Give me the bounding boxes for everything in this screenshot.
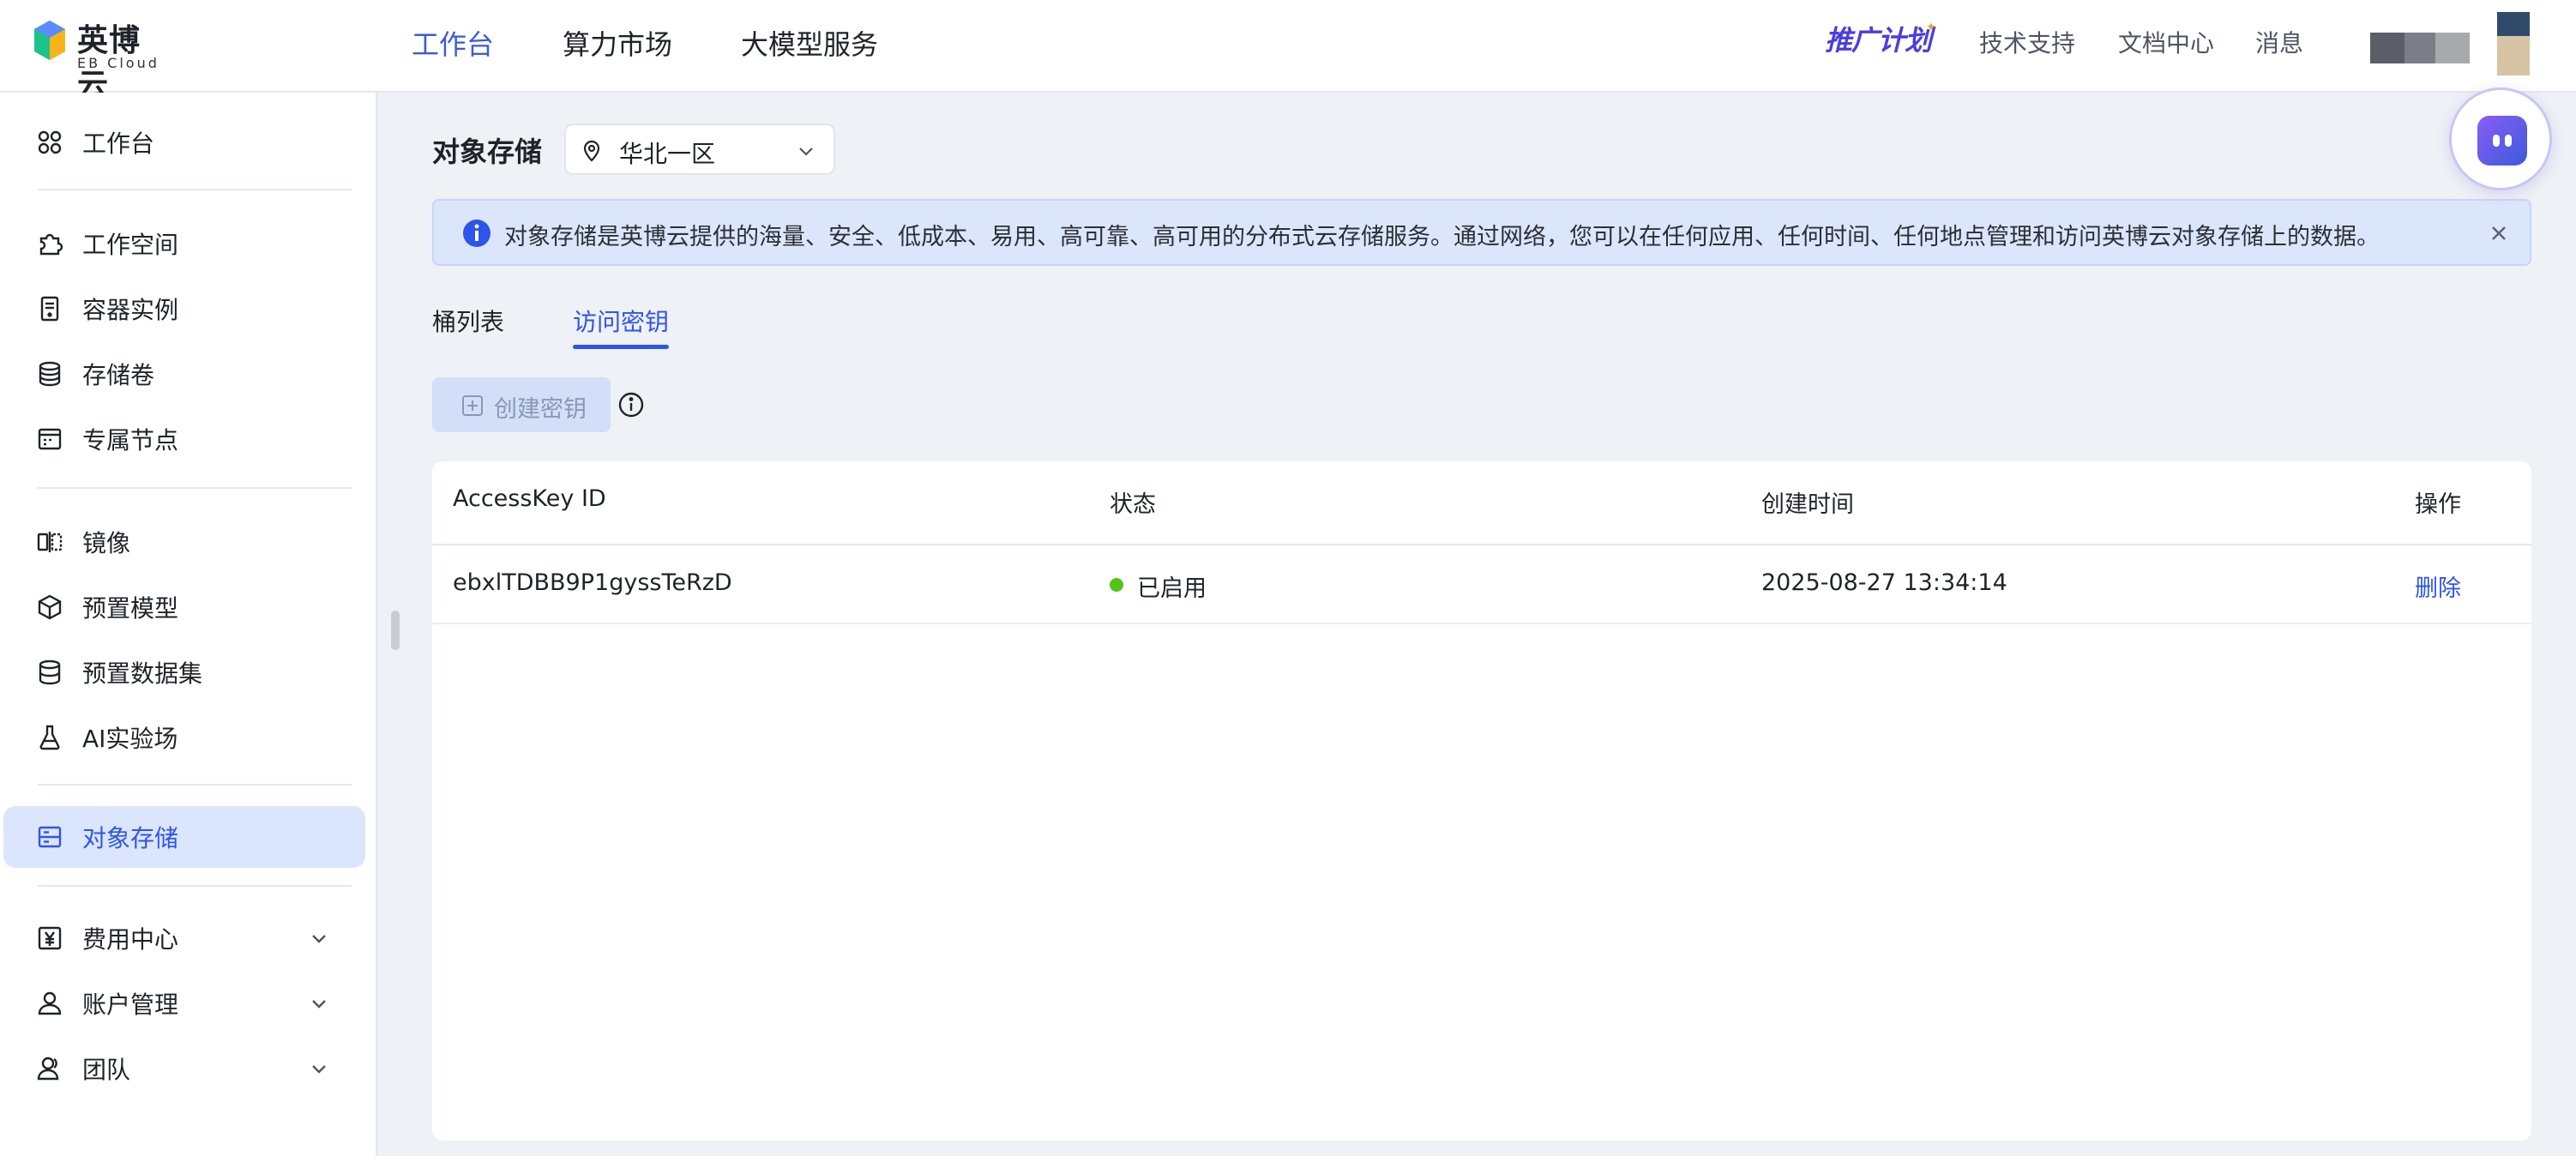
sidebar-item-label: 团队 bbox=[82, 1056, 131, 1084]
delete-link[interactable]: 删除 bbox=[2415, 569, 2461, 603]
node-icon bbox=[38, 428, 62, 450]
chevron-down-icon bbox=[312, 935, 326, 943]
sidebar-item-label: 对象存储 bbox=[82, 824, 179, 852]
user-icon bbox=[38, 991, 62, 1015]
sidebar-item-label: 费用中心 bbox=[82, 925, 179, 954]
sidebar-item-label: 工作空间 bbox=[82, 231, 179, 259]
sidebar-item-container-instances[interactable]: 容器实例 bbox=[3, 278, 365, 340]
location-pin-icon bbox=[583, 140, 600, 162]
divider bbox=[38, 487, 352, 489]
column-header-created-time: 创建时间 bbox=[1761, 491, 1854, 518]
sidebar-item-label: 容器实例 bbox=[82, 296, 179, 324]
database-icon bbox=[39, 361, 61, 387]
sidebar-scrollbar[interactable] bbox=[391, 611, 400, 650]
sidebar-item-object-storage[interactable]: 对象存储 bbox=[3, 806, 365, 868]
user-avatar[interactable] bbox=[2370, 12, 2530, 75]
close-icon[interactable] bbox=[2489, 223, 2509, 244]
status-dot bbox=[1110, 578, 1123, 592]
topnav-compute-market[interactable]: 算力市场 bbox=[563, 0, 672, 86]
cube-icon bbox=[38, 594, 62, 620]
chevron-down-icon bbox=[312, 1065, 326, 1074]
sidebar-item-label: 预置数据集 bbox=[82, 659, 203, 688]
info-alert: 对象存储是英博云提供的海量、安全、低成本、易用、高可靠、高可用的分布式云存储服务… bbox=[432, 199, 2531, 266]
chevron-down-icon bbox=[312, 1000, 326, 1008]
divider bbox=[432, 544, 2531, 545]
docs-center-link[interactable]: 文档中心 bbox=[2118, 0, 2214, 84]
sidebar-item-label: 镜像 bbox=[82, 529, 131, 557]
messages-link[interactable]: 消息 bbox=[2255, 0, 2303, 84]
logo-subtitle: EB Cloud bbox=[77, 55, 159, 71]
tab-bucket-list[interactable]: 桶列表 bbox=[432, 304, 504, 338]
page-title: 对象存储 bbox=[432, 135, 543, 168]
accesskey-id-cell: ebxlTDBB9P1gyssTeRzD bbox=[453, 569, 732, 596]
top-bar: 英博云 EB Cloud 工作台 算力市场 大模型服务 推广计划 ✦ 技术支持 … bbox=[0, 0, 2576, 103]
sidebar-item-image[interactable]: 镜像 bbox=[3, 511, 365, 573]
sparkle-icon: ✦ bbox=[1926, 21, 1936, 34]
tech-support-link[interactable]: 技术支持 bbox=[1979, 0, 2075, 84]
sidebar-item-preset-dataset[interactable]: 预置数据集 bbox=[3, 641, 365, 703]
access-key-table: AccessKey ID 状态 创建时间 操作 ebxlTDBB9P1gyssT… bbox=[432, 461, 2531, 1141]
column-header-actions: 操作 bbox=[2415, 491, 2461, 518]
logo[interactable]: 英博云 EB Cloud bbox=[33, 15, 170, 103]
flask-icon bbox=[39, 725, 60, 750]
created-time-cell: 2025-08-27 13:34:14 bbox=[1761, 569, 2007, 596]
sidebar-item-storage-volume[interactable]: 存储卷 bbox=[3, 343, 365, 405]
divider bbox=[38, 784, 352, 786]
column-header-status: 状态 bbox=[1110, 491, 1156, 518]
sidebar-item-preset-model[interactable]: 预置模型 bbox=[3, 576, 365, 638]
sidebar-item-account[interactable]: 账户管理 bbox=[3, 972, 365, 1034]
region-select[interactable]: 华北一区 bbox=[564, 123, 835, 175]
sidebar-item-billing[interactable]: 费用中心 bbox=[3, 907, 365, 969]
column-header-accesskey-id: AccessKey ID bbox=[453, 485, 606, 512]
info-icon bbox=[463, 220, 491, 247]
alert-text: 对象存储是英博云提供的海量、安全、低成本、易用、高可靠、高可用的分布式云存储服务… bbox=[504, 224, 2380, 250]
tab-access-keys[interactable]: 访问密钥 bbox=[573, 304, 669, 338]
create-key-label: 创建密钥 bbox=[494, 396, 587, 423]
mirror-icon bbox=[37, 532, 63, 552]
active-tab-indicator bbox=[573, 345, 669, 349]
region-value: 华北一区 bbox=[619, 140, 716, 168]
yen-icon bbox=[38, 926, 62, 950]
sidebar-item-label: 账户管理 bbox=[82, 990, 179, 1019]
chevron-down-icon bbox=[799, 148, 813, 156]
sidebar-item-workspace[interactable]: 工作空间 bbox=[3, 213, 365, 274]
dataset-icon bbox=[39, 659, 61, 685]
dashboard-icon bbox=[38, 130, 62, 154]
ai-assistant-button[interactable] bbox=[2449, 87, 2552, 190]
divider bbox=[38, 885, 352, 887]
create-key-button[interactable]: 创建密钥 bbox=[432, 377, 611, 432]
storage-icon bbox=[38, 826, 62, 848]
sidebar-item-label: 工作台 bbox=[82, 129, 155, 158]
sidebar-item-dedicated-node[interactable]: 专属节点 bbox=[3, 408, 365, 470]
status-cell: 已启用 bbox=[1137, 575, 1207, 602]
sidebar-item-label: 专属节点 bbox=[82, 426, 179, 455]
info-circle-icon[interactable] bbox=[617, 391, 645, 418]
sidebar-item-ai-lab[interactable]: AI实验场 bbox=[3, 707, 365, 768]
team-icon bbox=[37, 1057, 59, 1081]
plus-square-icon bbox=[462, 395, 483, 416]
topnav-llm-service[interactable]: 大模型服务 bbox=[741, 0, 878, 86]
sidebar-item-workbench[interactable]: 工作台 bbox=[3, 111, 365, 173]
robot-icon bbox=[2477, 116, 2527, 166]
puzzle-icon bbox=[39, 233, 63, 256]
divider bbox=[432, 623, 2531, 624]
sidebar-item-label: 预置模型 bbox=[82, 594, 179, 623]
divider bbox=[38, 189, 352, 190]
sidebar-item-team[interactable]: 团队 bbox=[3, 1038, 365, 1099]
promo-plan-link[interactable]: 推广计划 bbox=[1825, 19, 1932, 58]
sidebar-item-label: 存储卷 bbox=[82, 361, 155, 389]
topnav-workbench[interactable]: 工作台 bbox=[412, 0, 494, 86]
container-icon bbox=[40, 296, 59, 322]
sidebar: 工作台 工作空间 容器实例 存储卷 专属节点 镜像 预置模型 预置数据集 AI实… bbox=[0, 93, 377, 1156]
logo-hexagon-icon bbox=[34, 21, 65, 60]
sidebar-item-label: AI实验场 bbox=[82, 725, 178, 753]
